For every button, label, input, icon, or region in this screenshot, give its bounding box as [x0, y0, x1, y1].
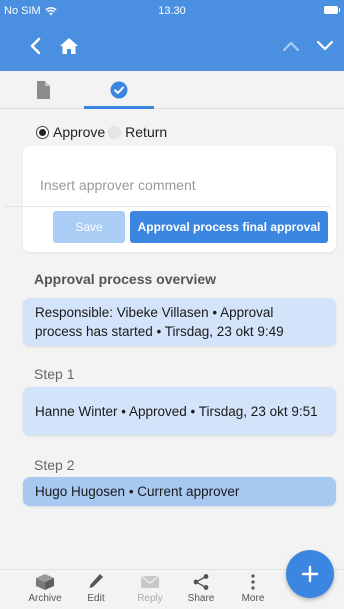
archive-label: Archive [28, 593, 62, 604]
share-button[interactable]: Share [178, 572, 224, 609]
chevron-down-icon [316, 40, 334, 51]
mail-icon [141, 575, 159, 588]
battery-icon [324, 6, 340, 14]
more-button[interactable]: More [230, 572, 276, 609]
chevron-left-icon [30, 37, 41, 55]
tab-bar [0, 71, 344, 109]
overview-summary-card: Responsible: Vibeke Villasen • Approval … [23, 298, 336, 346]
share-icon [193, 574, 209, 590]
edit-button[interactable]: Edit [73, 572, 119, 609]
step-2-text: Hugo Hugosen • Current approver [35, 484, 240, 499]
app-header: No SIM 13.30 [0, 0, 344, 71]
step-2-card: Hugo Hugosen • Current approver [23, 477, 336, 506]
plus-icon [301, 565, 319, 583]
share-label: Share [187, 593, 215, 604]
chevron-up-icon [282, 41, 300, 52]
radio-checked-icon [36, 125, 49, 139]
approver-comment-input[interactable] [23, 146, 336, 206]
return-radio[interactable]: Return [108, 124, 167, 140]
archive-icon [36, 574, 54, 590]
save-button[interactable]: Save [53, 211, 125, 243]
overview-summary-text: Responsible: Vibeke Villasen • Approval … [35, 305, 284, 339]
previous-item-button[interactable] [278, 33, 304, 59]
document-icon [37, 81, 50, 99]
next-item-button[interactable] [312, 33, 338, 59]
home-button[interactable] [56, 33, 82, 59]
tab-documents[interactable] [24, 71, 62, 109]
step-1-text: Hanne Winter • Approved • Tirsdag, 23 ok… [35, 403, 318, 419]
step-2-label: Step 2 [34, 457, 75, 473]
radio-unchecked-icon [108, 125, 122, 139]
check-circle-icon [110, 81, 128, 99]
status-bar: No SIM 13.30 [0, 0, 344, 22]
reply-button[interactable]: Reply [127, 572, 173, 609]
reply-label: Reply [137, 593, 163, 604]
comment-divider [4, 206, 330, 207]
approve-radio[interactable]: Approve [36, 124, 105, 140]
decision-options: Approve Return [36, 124, 167, 140]
step-1-label: Step 1 [34, 366, 75, 382]
back-button[interactable] [22, 33, 48, 59]
step-1-card: Hanne Winter • Approved • Tirsdag, 23 ok… [23, 387, 336, 435]
status-time: 13.30 [158, 5, 186, 17]
overview-title: Approval process overview [34, 271, 217, 287]
archive-button[interactable]: Archive [22, 572, 68, 609]
edit-label: Edit [87, 593, 105, 604]
pencil-icon [89, 574, 103, 588]
tab-approval[interactable] [84, 71, 154, 109]
add-fab-button[interactable] [286, 550, 334, 598]
more-label: More [241, 593, 265, 604]
home-icon [60, 38, 78, 54]
return-label: Return [125, 124, 168, 140]
more-vertical-icon [251, 574, 255, 590]
approve-label: Approve [53, 124, 106, 140]
final-approval-button[interactable]: Approval process final approval [130, 211, 328, 243]
active-tab-indicator [84, 106, 154, 109]
